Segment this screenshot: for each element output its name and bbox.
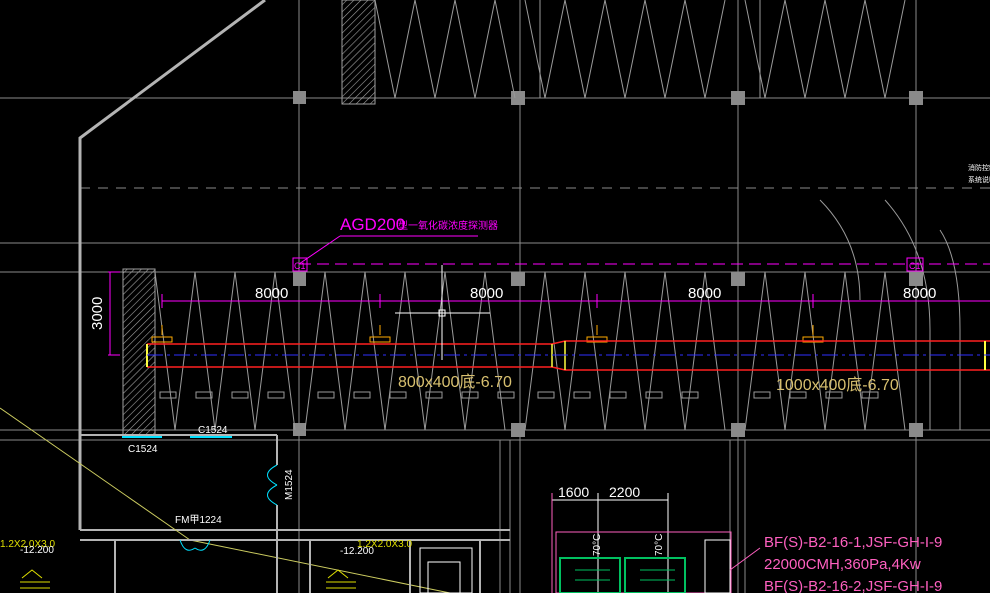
stair-2-level: -12.200 <box>340 546 374 557</box>
fan-spec-1: BF(S)-B2-16-1,JSF-GH-I-9 <box>764 534 942 551</box>
column-tag-right-text: C1 <box>909 261 921 271</box>
duct-size-2: 1000x400底-6.70 <box>776 376 899 394</box>
fan-tag-2: 70°C <box>654 534 665 556</box>
window-label-1: C1524 <box>128 444 158 455</box>
side-note-2: 系统说明 <box>968 175 990 184</box>
dim-span-3: 8000 <box>688 285 721 302</box>
column-tag-left-text: C1 <box>294 261 306 271</box>
door-label-1: M1524 <box>284 469 295 500</box>
gas-detector-desc: 型一氧化碳浓度探测器 <box>398 219 498 232</box>
fan-tag-1: 70°C <box>592 534 603 556</box>
fan-spec-3: BF(S)-B2-16-2,JSF-GH-I-9 <box>764 578 942 593</box>
cad-drawing-canvas[interactable]: AGD200 型一氧化碳浓度探测器 C1 C1 8000 8000 8000 8… <box>0 0 990 593</box>
dim-fan-1: 1600 <box>558 484 589 500</box>
stair-1-level: -12.200 <box>20 545 54 556</box>
hatched-wall-top <box>341 0 376 105</box>
fan-spec-2: 22000CMH,360Pa,4Kw <box>764 556 921 573</box>
duct-size-1: 800x400底-6.70 <box>398 373 512 391</box>
dim-fan-2: 2200 <box>609 484 640 500</box>
hatched-wall-left <box>122 268 156 436</box>
door-label-2: FM甲1224 <box>175 515 222 526</box>
window-label-2: C1524 <box>198 425 228 436</box>
dim-span-2: 8000 <box>470 285 503 302</box>
gas-detector-label: AGD200 <box>340 215 405 234</box>
dim-vertical: 3000 <box>89 297 106 330</box>
side-note-1: 消防控制 <box>968 163 990 172</box>
dim-span-4: 8000 <box>903 285 936 302</box>
dim-span-1: 8000 <box>255 285 288 302</box>
